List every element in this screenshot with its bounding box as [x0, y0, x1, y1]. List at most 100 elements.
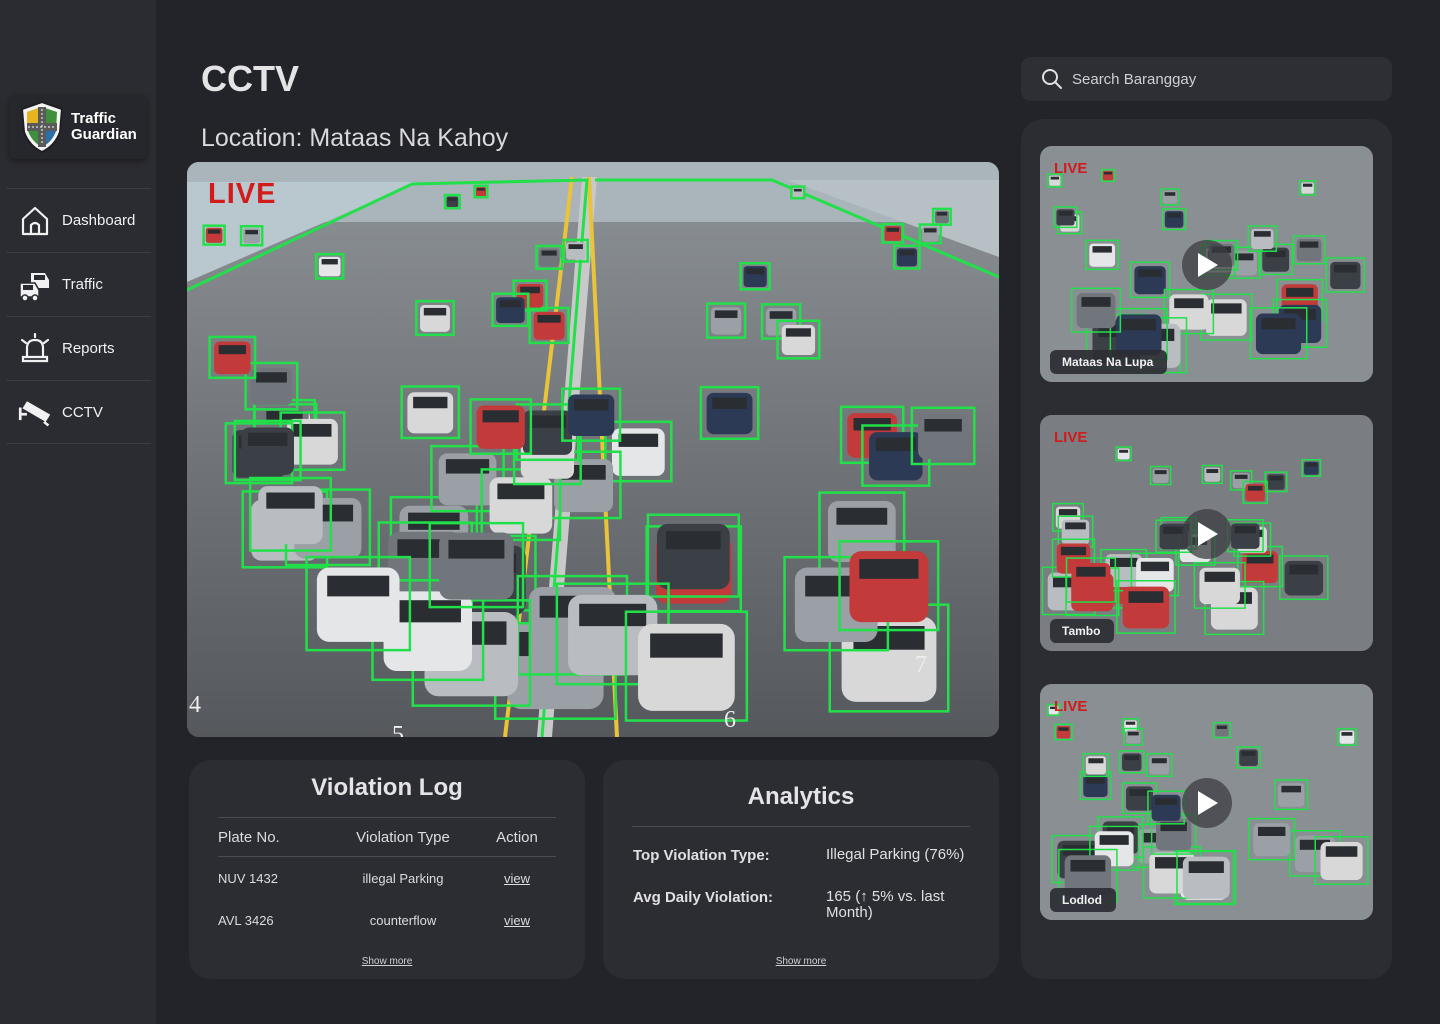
vehicle-windshield — [394, 600, 461, 623]
vehicle-windshield — [448, 539, 505, 559]
play-button[interactable] — [1182, 240, 1232, 290]
vehicle-windshield — [1104, 171, 1112, 175]
vehicle-windshield — [712, 397, 747, 409]
vehicle-windshield — [255, 372, 287, 383]
vehicle-windshield — [1058, 727, 1069, 731]
sidebar-item-reports[interactable]: Reports — [6, 316, 151, 380]
main-cctv-feed[interactable]: 4 5 6 7 LIVE — [187, 162, 999, 737]
violation-type-cell: illegal Parking — [362, 870, 444, 886]
sidebar-item-cctv[interactable]: CCTV — [6, 380, 151, 444]
play-icon — [1198, 791, 1218, 815]
vehicle-windshield — [769, 311, 793, 319]
vehicle-windshield — [1151, 758, 1167, 764]
view-link[interactable]: view — [504, 871, 530, 886]
sidebar-item-dashboard[interactable]: Dashboard — [6, 188, 151, 252]
vehicle-windshield — [1341, 732, 1353, 736]
sidebar-item-label: CCTV — [62, 403, 103, 421]
vehicle-windshield — [1088, 758, 1104, 764]
analytics-key: Avg Daily Violation: — [633, 889, 774, 906]
vehicle-windshield — [1121, 318, 1156, 331]
app-name: Traffic Guardian — [71, 111, 137, 143]
vehicle-windshield — [408, 512, 460, 530]
column-header-type: Violation Type — [356, 828, 450, 846]
vehicle-windshield — [859, 559, 919, 579]
vehicle-windshield — [1155, 797, 1177, 805]
violation-log-panel: Violation Log Plate No. Violation Type A… — [189, 760, 585, 979]
vehicle-windshield — [1302, 183, 1313, 187]
vehicle-windshield — [1076, 566, 1106, 577]
column-header-action: Action — [496, 828, 538, 846]
vehicle-windshield — [1253, 231, 1271, 237]
camera-name-label: Mataas Na Lupa — [1050, 350, 1168, 374]
sidebar-item-label: Reports — [62, 340, 115, 357]
vehicle-windshield — [1125, 721, 1136, 725]
vehicle-windshield — [1167, 212, 1182, 218]
sidebar-nav: Dashboard Traffic Reports CCTV — [6, 188, 151, 444]
vehicle-windshield — [714, 310, 738, 318]
view-link[interactable]: view — [504, 913, 530, 928]
analytics-row-top-violation: Top Violation Type: Illegal Parking (76%… — [633, 846, 978, 865]
camera-thumbnail[interactable]: LIVE Mataas Na Lupa — [1040, 146, 1373, 382]
vehicle-windshield — [497, 483, 545, 500]
vehicle-windshield — [1174, 298, 1204, 309]
home-icon — [21, 206, 49, 235]
vehicle-windshield — [1050, 176, 1060, 180]
vehicle-windshield — [321, 259, 338, 265]
vehicle-windshield — [1234, 474, 1248, 479]
vehicle-windshield — [1325, 846, 1358, 857]
analytics-value: Illegal Parking (76%) — [826, 846, 965, 863]
svg-text:4: 4 — [189, 692, 201, 718]
camera-thumbnail[interactable]: LIVE Lodlod — [1040, 684, 1373, 920]
vehicle-windshield — [836, 507, 888, 525]
live-badge: LIVE — [1054, 698, 1088, 715]
vehicle-windshield — [1124, 755, 1140, 761]
violation-log-show-more-link[interactable]: Show more — [189, 956, 585, 967]
vehicle-windshield — [499, 300, 522, 308]
vehicle-windshield — [447, 197, 457, 201]
vehicle-windshield — [1204, 571, 1235, 582]
vehicle-windshield — [746, 268, 764, 275]
vehicle-windshield — [293, 423, 332, 437]
vehicle-windshield — [423, 307, 447, 316]
vehicle-windshield — [1065, 522, 1086, 530]
vehicle-windshield — [1206, 469, 1219, 474]
vehicle-windshield — [1060, 546, 1087, 556]
vehicle-windshield — [618, 433, 659, 447]
svg-text:6: 6 — [724, 707, 736, 733]
analytics-show-more-link[interactable]: Show more — [603, 956, 999, 967]
vehicle-windshield — [1140, 561, 1170, 572]
cars-icon — [19, 272, 49, 302]
table-row: NUV 1432 illegal Parking view — [218, 857, 556, 899]
analytics-title: Analytics — [747, 783, 855, 810]
vehicle-windshield — [1299, 241, 1319, 248]
sidebar-item-traffic[interactable]: Traffic — [6, 252, 151, 316]
analytics-key: Top Violation Type: — [633, 847, 770, 864]
vehicle-windshield — [1154, 470, 1167, 475]
vehicle-windshield — [1234, 526, 1256, 534]
violation-type-cell: counterflow — [369, 912, 437, 928]
vehicle-windshield — [1269, 476, 1283, 481]
vehicle-windshield — [924, 419, 962, 432]
play-button[interactable] — [1182, 778, 1232, 828]
analytics-value: 165 (↑ 5% vs. last Month) — [826, 888, 945, 921]
app-logo[interactable]: Traffic Guardian — [9, 95, 147, 159]
play-icon — [1198, 522, 1218, 546]
vehicle-windshield — [1081, 297, 1111, 307]
violation-log-title: Violation Log — [311, 774, 463, 801]
vehicle-windshield — [1334, 264, 1357, 273]
search-input[interactable] — [1072, 70, 1372, 88]
search-icon — [1042, 69, 1062, 89]
sidebar: Traffic Guardian Dashboard Traffic Repor… — [0, 0, 156, 1024]
camera-thumbnail[interactable]: LIVE Tambo — [1040, 415, 1373, 651]
search-bar[interactable] — [1021, 57, 1392, 101]
vehicle-windshield — [793, 188, 802, 192]
table-header: Plate No. Violation Type Action — [218, 817, 556, 857]
vehicle-windshield — [886, 227, 900, 232]
play-button[interactable] — [1182, 509, 1232, 559]
analytics-panel: Analytics Top Violation Type: Illegal Pa… — [603, 760, 999, 979]
vehicle-windshield — [266, 492, 315, 509]
divider — [632, 826, 970, 827]
vehicle-windshield — [1247, 485, 1263, 491]
vehicle-windshield — [899, 250, 915, 256]
vehicle-windshield — [327, 575, 390, 597]
